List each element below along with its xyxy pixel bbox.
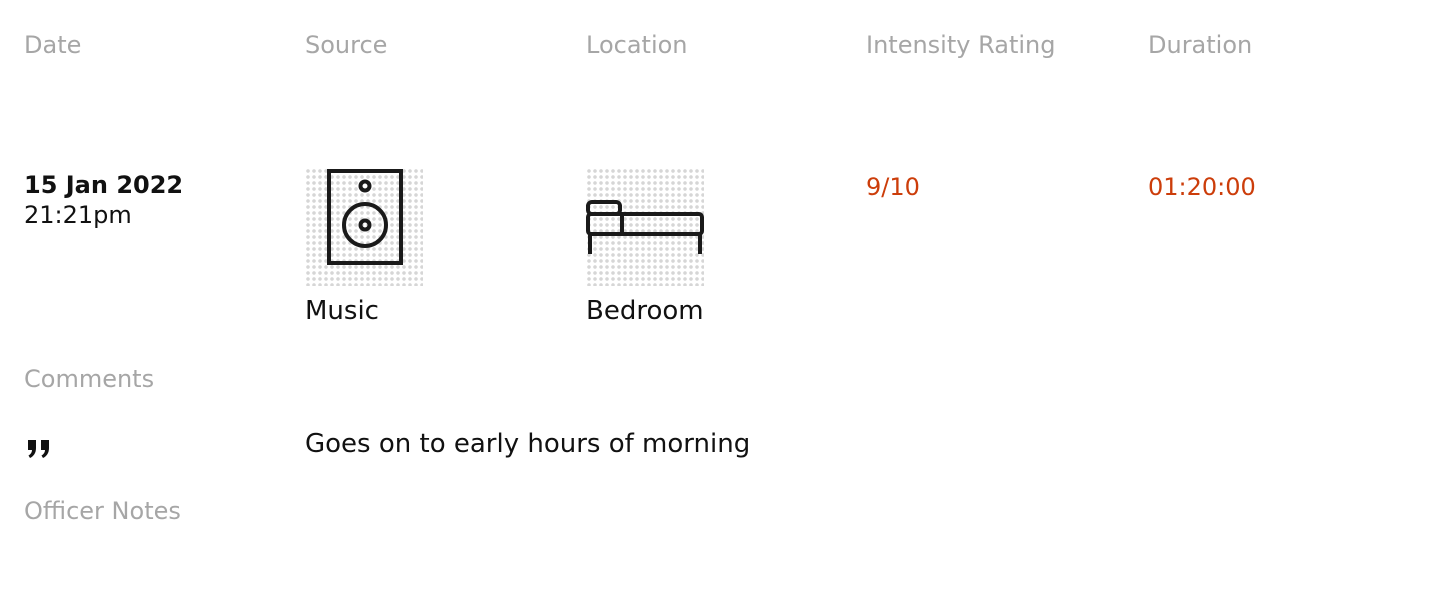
speaker-icon <box>305 168 423 286</box>
officer-notes-label: Officer Notes <box>24 497 181 525</box>
header-duration: Duration <box>1148 31 1253 59</box>
header-date: Date <box>24 31 82 59</box>
header-source: Source <box>305 31 388 59</box>
entry-time: 21:21pm <box>24 201 132 229</box>
location-label: Bedroom <box>586 296 704 326</box>
comment-text: Goes on to early hours of morning <box>305 429 751 459</box>
header-location: Location <box>586 31 688 59</box>
bed-icon <box>586 168 704 286</box>
comments-label: Comments <box>24 365 155 393</box>
entry-date: 15 Jan 2022 <box>24 171 184 199</box>
source-label: Music <box>305 296 379 326</box>
entry-date-cell: 15 Jan 2022 21:21pm <box>24 170 183 230</box>
duration-value: 01:20:00 <box>1148 173 1256 201</box>
header-intensity-rating: Intensity Rating <box>866 31 1056 59</box>
quote-icon <box>26 438 52 464</box>
intensity-rating-value: 9/10 <box>866 173 920 201</box>
